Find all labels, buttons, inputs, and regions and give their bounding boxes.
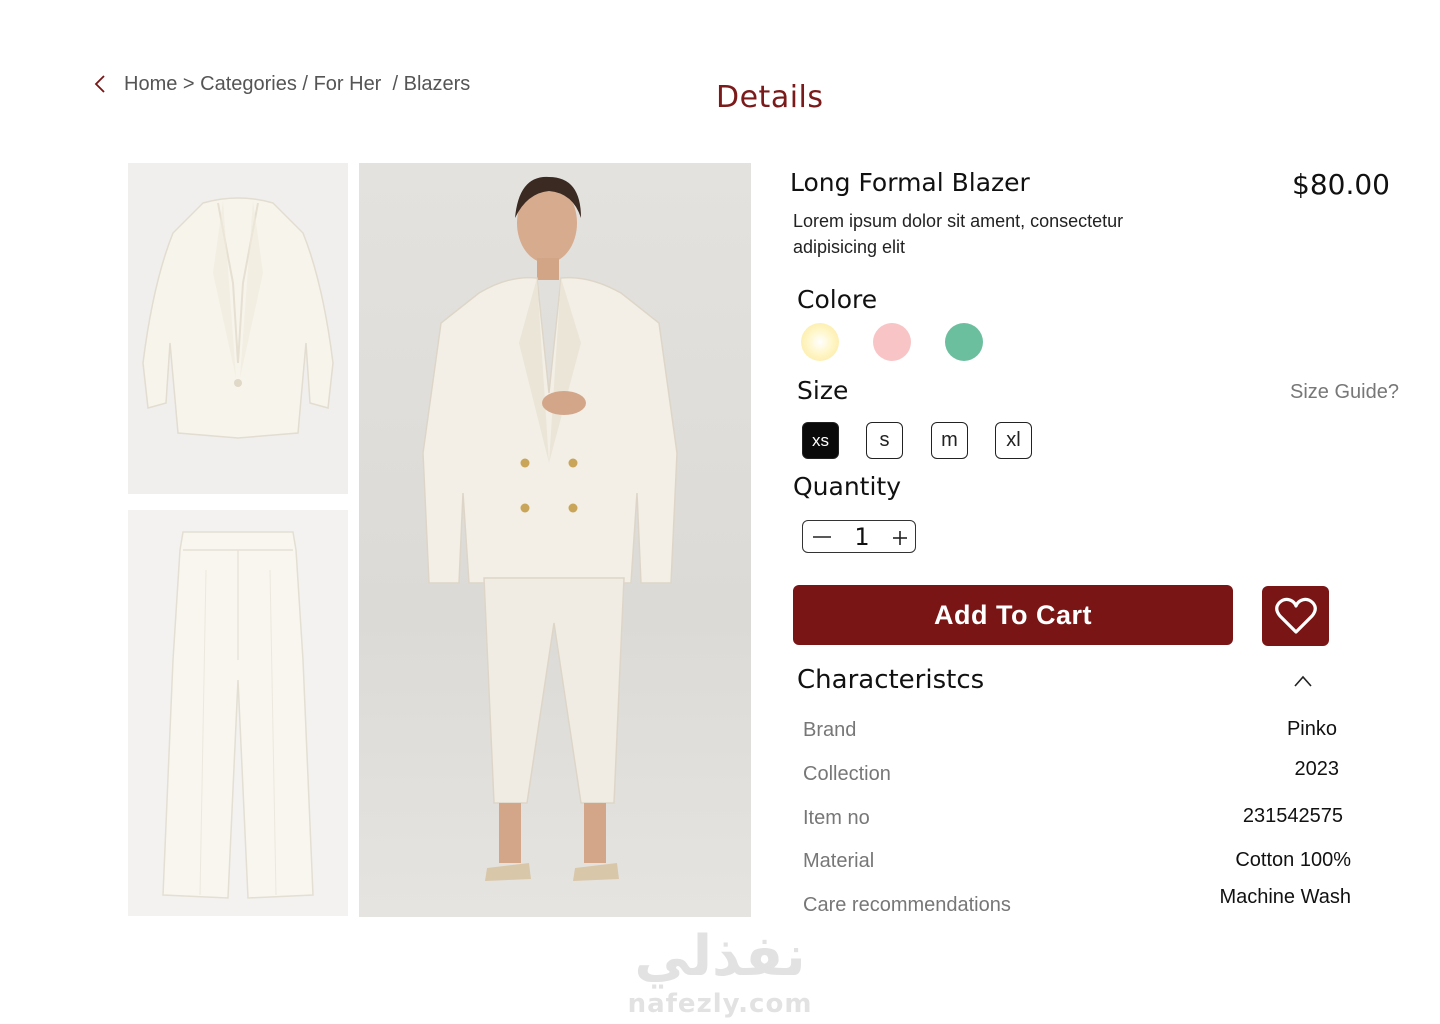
wishlist-button[interactable] xyxy=(1262,586,1329,646)
blazer-image xyxy=(142,197,334,439)
size-option-xl[interactable]: xl xyxy=(995,422,1032,459)
size-label: Size xyxy=(797,376,849,405)
quantity-label: Quantity xyxy=(793,472,902,501)
size-option-xs[interactable]: xs xyxy=(802,422,839,459)
product-description: Lorem ipsum dolor sit ament, consectetur… xyxy=(793,211,1124,257)
breadcrumb-blazers[interactable]: / Blazers xyxy=(392,73,470,96)
color-swatch-yellow[interactable] xyxy=(801,323,839,361)
heart-icon xyxy=(1274,597,1317,634)
breadcrumb-categories[interactable]: Categories / xyxy=(200,73,308,96)
product-name: Long Formal Blazer xyxy=(790,168,1030,197)
main-product-image[interactable] xyxy=(359,163,751,917)
color-swatch-pink[interactable] xyxy=(873,323,911,361)
breadcrumb-home[interactable]: Home > xyxy=(124,73,195,96)
product-price: $80.00 xyxy=(1292,168,1390,201)
breadcrumb: Home > Categories / For Her / Blazers xyxy=(90,70,470,98)
color-swatch-green[interactable] xyxy=(945,323,983,361)
color-label: Colore xyxy=(797,285,878,314)
quantity-stepper: 1 xyxy=(802,520,916,553)
attribute-label-brand: Brand xyxy=(803,719,857,741)
thumbnail-trousers[interactable] xyxy=(128,510,348,916)
plus-icon[interactable] xyxy=(891,527,909,547)
attribute-label-material: Material xyxy=(803,850,875,872)
add-to-cart-button[interactable]: Add To Cart xyxy=(793,585,1233,645)
attribute-label-item-no: Item no xyxy=(803,807,870,829)
attribute-value-material: Cotton 100% xyxy=(1235,849,1351,871)
watermark: نفذلي nafezly.com xyxy=(0,924,1440,1020)
attribute-value-item-no: 231542575 xyxy=(1242,805,1343,827)
attribute-value-care: Machine Wash xyxy=(1219,886,1351,908)
trousers-image xyxy=(162,531,314,899)
chevron-up-icon[interactable] xyxy=(1293,673,1313,689)
watermark-arabic: نفذلي xyxy=(634,924,806,989)
attribute-value-collection: 2023 xyxy=(1294,758,1340,780)
size-guide-link[interactable]: Size Guide? xyxy=(1290,381,1399,404)
attribute-value-brand: Pinko xyxy=(1286,718,1337,740)
breadcrumb-for-her[interactable]: For Her xyxy=(314,73,382,96)
model-image xyxy=(422,176,678,881)
minus-icon[interactable] xyxy=(811,527,833,547)
size-option-m[interactable]: m xyxy=(931,422,968,459)
page-title: Details xyxy=(716,80,824,115)
size-option-s[interactable]: s xyxy=(866,422,903,459)
quantity-value[interactable]: 1 xyxy=(854,523,869,551)
watermark-latin: nafezly.com xyxy=(627,989,813,1019)
thumbnail-blazer[interactable] xyxy=(128,163,348,494)
attribute-label-collection: Collection xyxy=(803,763,891,785)
characteristics-title: Characteristcs xyxy=(797,665,985,695)
attribute-label-care: Care recommendations xyxy=(803,894,1011,916)
chevron-left-icon[interactable] xyxy=(90,70,114,98)
